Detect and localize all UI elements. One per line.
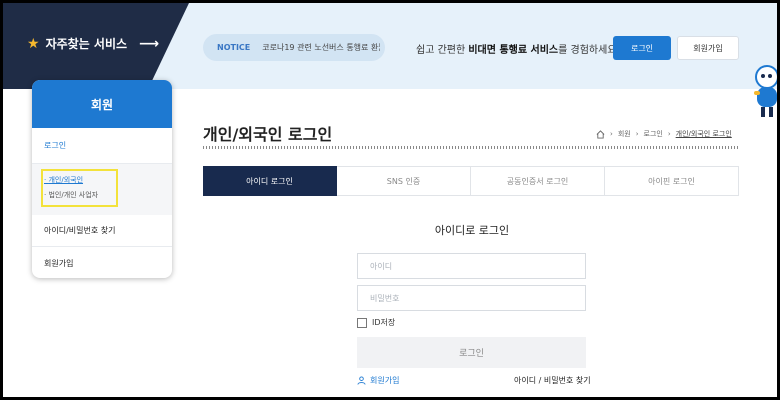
- find-id-pw-link[interactable]: 아이디 / 비밀번호 찾기: [514, 375, 591, 386]
- form-title: 아이디로 로그인: [434, 224, 510, 237]
- sidebar-item-login[interactable]: 로그인: [32, 128, 172, 164]
- slogan: 쉽고 간편한 비대면 통행료 서비스를 경험하세요: [416, 41, 617, 56]
- tab-id-login[interactable]: 아이디 로그인: [203, 166, 337, 196]
- sidebar-subitem-corporate[interactable]: · 법인/개인 사업자: [44, 190, 98, 200]
- sidebar-submenu: · 개인/외국인 · 법인/개인 사업자: [32, 164, 172, 215]
- id-input[interactable]: [357, 253, 586, 279]
- breadcrumb: › 회원 › 로그인 › 개인/외국인 로그인: [596, 129, 732, 139]
- join-link-label: 회원가입: [370, 376, 400, 385]
- sidebar-item-find-id-pw[interactable]: 아이디/비밀번호 찾기: [32, 215, 172, 247]
- user-icon: [357, 376, 366, 385]
- mascot-icon: [754, 65, 777, 117]
- page-title: 개인/외국인 로그인: [203, 125, 333, 144]
- notice-bar[interactable]: NOTICE 코로나19 관련 노선버스 통행료 환불...: [203, 34, 385, 61]
- save-id-row[interactable]: ID저장: [357, 317, 395, 328]
- sidebar-item-join[interactable]: 회원가입: [32, 247, 172, 278]
- sidebar-card: 회원 로그인 · 개인/외국인 · 법인/개인 사업자 아이디/비밀번호 찾기 …: [32, 80, 172, 278]
- top-band: ★ 자주찾는 서비스 ⟶ NOTICE 코로나19 관련 노선버스 통행료 환불…: [3, 3, 777, 89]
- header-login-button[interactable]: 로그인: [613, 36, 671, 60]
- star-icon: ★: [27, 35, 40, 52]
- notice-text[interactable]: 코로나19 관련 노선버스 통행료 환불...: [262, 42, 380, 53]
- notice-label: NOTICE: [217, 43, 251, 52]
- join-link[interactable]: 회원가입: [357, 375, 399, 386]
- chevron-right-icon: ›: [610, 130, 613, 138]
- breadcrumb-item[interactable]: 로그인: [644, 129, 663, 139]
- quick-service-label: 자주찾는 서비스: [45, 37, 128, 51]
- arrow-right-icon: ⟶: [139, 35, 160, 52]
- sidebar-subitem-corporate-label: 법인/개인 사업자: [48, 191, 99, 199]
- slogan-post: 를 경험하세요: [558, 45, 617, 56]
- sidebar-subitem-personal[interactable]: · 개인/외국인: [44, 175, 83, 185]
- tab-ipin[interactable]: 아이핀 로그인: [605, 166, 739, 196]
- quick-service-label-wrap[interactable]: ★ 자주찾는 서비스 ⟶: [27, 35, 159, 52]
- breadcrumb-item[interactable]: 회원: [618, 129, 631, 139]
- sidebar-title: 회원: [32, 80, 172, 128]
- tab-sns[interactable]: SNS 인증: [337, 166, 471, 196]
- login-tabs: 아이디 로그인 SNS 인증 공동인증서 로그인 아이핀 로그인: [203, 166, 739, 196]
- sidebar-subitem-personal-label: 개인/외국인: [48, 176, 84, 184]
- tab-certificate[interactable]: 공동인증서 로그인: [471, 166, 605, 196]
- chevron-right-icon: ›: [635, 130, 639, 138]
- slogan-bold: 비대면 통행료 서비스: [468, 45, 559, 56]
- chevron-right-icon: ›: [667, 130, 671, 138]
- save-id-checkbox[interactable]: [357, 317, 367, 328]
- title-divider: [203, 146, 739, 149]
- password-input[interactable]: [357, 285, 586, 311]
- page-frame: ★ 자주찾는 서비스 ⟶ NOTICE 코로나19 관련 노선버스 통행료 환불…: [3, 3, 777, 397]
- breadcrumb-current[interactable]: 개인/외국인 로그인: [676, 129, 732, 139]
- home-icon[interactable]: [596, 129, 605, 139]
- login-submit-button[interactable]: 로그인: [357, 337, 586, 368]
- header-join-button[interactable]: 회원가입: [677, 36, 739, 60]
- slogan-pre: 쉽고 간편한: [416, 45, 469, 56]
- save-id-label: ID저장: [372, 318, 396, 327]
